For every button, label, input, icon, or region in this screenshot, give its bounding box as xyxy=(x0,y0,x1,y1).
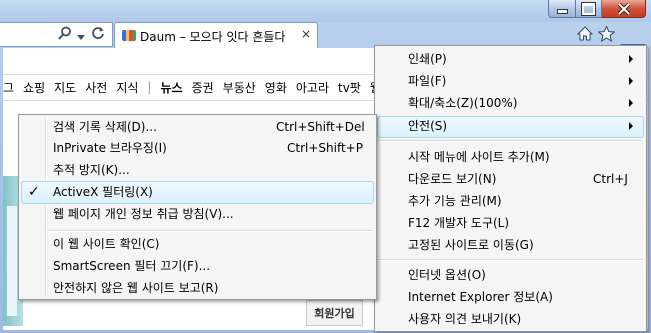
menu-item-send-feedback[interactable]: 사용자 의견 보내기(K) xyxy=(408,308,521,330)
menu-item-manage-addons[interactable]: 추가 기능 관리(M) xyxy=(408,190,502,212)
nav-link-shopping[interactable]: 쇼핑 xyxy=(23,79,45,96)
tab-close-icon[interactable]: × xyxy=(301,27,311,41)
home-icon[interactable] xyxy=(576,26,594,45)
submenu-arrow-icon xyxy=(629,77,633,85)
menu-separator xyxy=(47,230,372,232)
menu-separator xyxy=(377,259,642,261)
menu-item-shortcut: Ctrl+Shift+Del xyxy=(276,120,365,134)
menu-item-print[interactable]: 인쇄(P) xyxy=(408,48,447,70)
menu-item-dev-tools[interactable]: F12 개발자 도구(L) xyxy=(408,212,509,234)
browser-tab[interactable]: Daum – 모으다 잇다 흔들다 × xyxy=(114,22,318,48)
signup-button[interactable]: 회원가입 xyxy=(306,300,363,326)
maximize-button[interactable] xyxy=(576,0,602,18)
menu-item-file[interactable]: 파일(F) xyxy=(408,70,446,92)
menu-item-label: 웹 페이지 개인 정보 취급 방침(V)... xyxy=(53,207,234,221)
dropdown-icon[interactable] xyxy=(77,29,85,45)
menu-item-shortcut: Ctrl+Shift+P xyxy=(287,141,363,155)
daum-favicon-icon xyxy=(122,30,136,41)
menu-item-label: 이 웹 사이트 확인(C) xyxy=(53,237,160,251)
submenu-arrow-icon xyxy=(629,99,633,107)
menu-item-label: ActiveX 필터링(X) xyxy=(53,185,153,199)
safety-submenu: 검색 기록 삭제(D)... Ctrl+Shift+Del InPrivate … xyxy=(18,114,377,300)
menu-separator xyxy=(377,140,642,142)
nav-link-news[interactable]: 뉴스 xyxy=(160,79,182,96)
nav-link-agora[interactable]: 아고라 xyxy=(296,79,329,96)
menu-item-label: 추적 방지(K)... xyxy=(53,163,130,177)
favorites-icon[interactable] xyxy=(597,25,616,46)
search-icon[interactable] xyxy=(58,26,72,44)
menu-gutter xyxy=(45,117,47,297)
menu-item-add-to-start[interactable]: 시작 메뉴에 사이트 추가(M) xyxy=(408,146,550,168)
menu-item-report-unsafe[interactable]: 안전하지 않은 웹 사이트 보고(R) xyxy=(53,277,218,299)
minimize-button[interactable] xyxy=(548,0,576,18)
menu-item-zoom[interactable]: 확대/축소(Z)(100%) xyxy=(408,92,517,114)
nav-link-stocks[interactable]: 증권 xyxy=(192,79,214,96)
submenu-arrow-icon xyxy=(629,55,633,63)
menu-item-label: 인쇄(P) xyxy=(408,52,447,66)
nav-link-dictionary[interactable]: 사전 xyxy=(85,79,107,96)
tools-menu: 인쇄(P) 파일(F) 확대/축소(Z)(100%) 안전(S) 시작 메뉴에 … xyxy=(374,45,647,332)
menu-item-label: 안전(S) xyxy=(408,119,448,133)
menu-item-label: InPrivate 브라우징(I) xyxy=(53,141,167,155)
daum-top-nav: 그 쇼핑 지도 사전 지식 | 뉴스 증권 부동산 영화 아고라 tv팟 웹 xyxy=(3,75,390,99)
menu-item-about-ie[interactable]: Internet Explorer 정보(A) xyxy=(408,286,553,308)
menu-item-label: 검색 기록 삭제(D)... xyxy=(53,120,157,134)
menu-item-check-website[interactable]: 이 웹 사이트 확인(C) xyxy=(53,233,159,255)
menu-item-label: F12 개발자 도구(L) xyxy=(408,216,510,230)
checkmark-icon: ✓ xyxy=(28,184,40,200)
menu-item-privacy-policy[interactable]: 웹 페이지 개인 정보 취급 방침(V)... xyxy=(53,203,234,225)
nav-link-tvpot[interactable]: tv팟 xyxy=(338,79,361,96)
nav-link-map[interactable]: 지도 xyxy=(54,79,76,96)
close-icon xyxy=(617,2,630,15)
menu-item-label: 고정된 사이트로 이동(G) xyxy=(408,238,534,252)
menu-item-label: 시작 메뉴에 사이트 추가(M) xyxy=(408,150,550,164)
nav-link-realestate[interactable]: 부동산 xyxy=(223,79,256,96)
menu-item-label: 다운로드 보기(N) xyxy=(408,172,497,186)
menu-item-label: 안전하지 않은 웹 사이트 보고(R) xyxy=(53,281,219,295)
nav-link-knowledge[interactable]: 지식 xyxy=(116,79,138,96)
menu-item-label: 확대/축소(Z)(100%) xyxy=(408,96,518,110)
menu-item-safety[interactable]: 안전(S) xyxy=(408,115,447,137)
close-window-button[interactable] xyxy=(602,0,646,18)
menu-item-pinned-sites[interactable]: 고정된 사이트로 이동(G) xyxy=(408,234,534,256)
menu-item-label: 인터넷 옵션(O) xyxy=(408,268,486,282)
maximize-icon xyxy=(581,1,596,16)
minimize-icon xyxy=(556,9,568,14)
nav-link-movies[interactable]: 영화 xyxy=(265,79,287,96)
menu-item-shortcut: Ctrl+J xyxy=(593,172,628,186)
menu-item-internet-options[interactable]: 인터넷 옵션(O) xyxy=(408,264,486,286)
window-controls xyxy=(548,0,646,18)
menu-item-label: SmartScreen 필터 끄기(F)... xyxy=(53,259,211,273)
menu-item-label: 추가 기능 관리(M) xyxy=(408,194,502,208)
nav-separator: | xyxy=(147,80,152,94)
menu-item-label: 파일(F) xyxy=(408,74,447,88)
menu-item-tracking-protection[interactable]: 추적 방지(K)... xyxy=(53,159,130,181)
menu-item-label: 사용자 의견 보내기(K) xyxy=(408,312,522,326)
menu-item-delete-history[interactable]: 검색 기록 삭제(D)... Ctrl+Shift+Del xyxy=(53,116,371,138)
refresh-icon[interactable] xyxy=(91,26,105,44)
address-bar[interactable] xyxy=(0,22,113,47)
submenu-arrow-icon xyxy=(629,122,633,130)
menu-item-inprivate[interactable]: InPrivate 브라우징(I) Ctrl+Shift+P xyxy=(53,137,371,159)
nav-link[interactable]: 그 xyxy=(3,79,14,96)
tab-title: Daum – 모으다 잇다 흔들다 xyxy=(140,30,286,44)
menu-item-downloads[interactable]: 다운로드 보기(N) Ctrl+J xyxy=(408,168,638,190)
menu-item-activex-filtering[interactable]: ActiveX 필터링(X) xyxy=(53,181,153,203)
menu-item-smartscreen-off[interactable]: SmartScreen 필터 끄기(F)... xyxy=(53,255,210,277)
menu-item-label: Internet Explorer 정보(A) xyxy=(408,290,553,304)
